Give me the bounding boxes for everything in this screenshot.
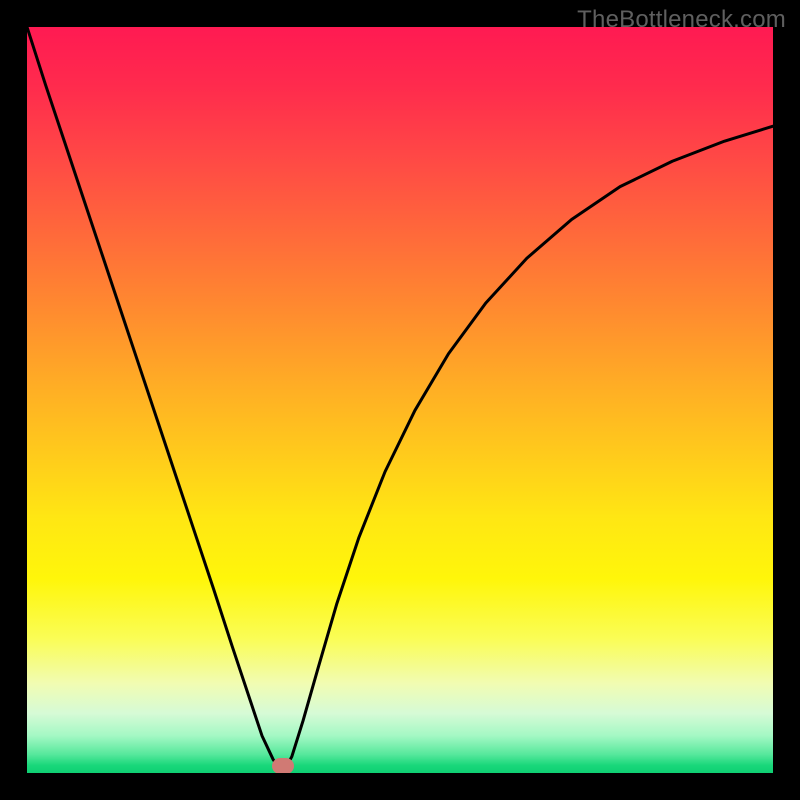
bottleneck-curve bbox=[27, 27, 773, 773]
chart-stage: TheBottleneck.com bbox=[0, 0, 800, 800]
optimum-marker bbox=[272, 758, 294, 773]
curve-path bbox=[27, 27, 773, 773]
watermark-text: TheBottleneck.com bbox=[577, 6, 786, 34]
plot-area bbox=[27, 27, 773, 773]
